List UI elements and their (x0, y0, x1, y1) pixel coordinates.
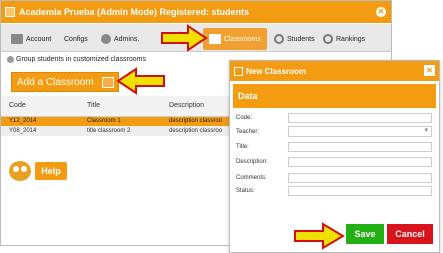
add-classroom-button[interactable]: Add a Classroom (11, 72, 119, 92)
tab-label: Configs (64, 35, 88, 43)
cancel-button[interactable]: Cancel (387, 224, 433, 244)
data-section-header: Data (233, 84, 436, 108)
close-icon[interactable]: ✕ (376, 7, 386, 17)
cell-description: description classroo (161, 126, 231, 136)
cell-title: Classroom 1 (79, 116, 161, 126)
column-header-title: Title (79, 96, 161, 117)
tab-classrooms[interactable]: Classrooms (203, 28, 267, 50)
status-field[interactable] (288, 186, 432, 196)
pointer-arrow-icon (294, 222, 345, 250)
code-label: Code: (236, 115, 253, 121)
column-header-code: Code (1, 96, 79, 117)
comments-label: Comments: (236, 175, 267, 181)
dialog-titlebar: New Classroom ✕ (230, 61, 439, 81)
teacher-select[interactable] (288, 126, 432, 137)
cell-title: title classroom 2 (79, 126, 161, 136)
group-description: Group students in customized classrooms (7, 56, 146, 63)
table-row[interactable]: Y12_2014 Classroom 1 description classro… (1, 116, 231, 126)
status-label: Status: (236, 188, 255, 194)
window-title: Academia Prueba (Admin Mode) Registered:… (19, 7, 250, 17)
cell-description: description classroo (161, 116, 231, 126)
classrooms-table: Code Title Description Y12_2014 Classroo… (1, 96, 231, 136)
help-button[interactable]: Help (35, 162, 67, 180)
add-classroom-label: Add a Classroom (17, 76, 94, 88)
folder-icon (11, 34, 23, 44)
user-icon (101, 34, 111, 44)
window-titlebar: Academia Prueba (Admin Mode) Registered:… (1, 1, 391, 23)
teacher-label: Teacher: (236, 129, 260, 135)
tab-account[interactable]: Account (11, 28, 51, 50)
table-row[interactable]: Y08_2014 title classroom 2 description c… (1, 126, 231, 136)
classroom-icon (102, 77, 114, 88)
dialog-icon (234, 66, 243, 76)
cell-code: Y12_2014 (1, 116, 79, 126)
tab-rankings[interactable]: Rankings (323, 28, 365, 50)
close-icon[interactable]: ✕ (424, 65, 435, 76)
column-header-description: Description (161, 96, 231, 117)
description-field[interactable] (288, 157, 432, 167)
pointer-arrow-icon (161, 24, 208, 52)
search-icon (323, 34, 333, 44)
title-label: Title: (236, 144, 249, 150)
tab-label: Account (26, 35, 52, 43)
tab-label: Admins. (114, 35, 140, 43)
group-icon (7, 56, 14, 63)
owl-mascot-icon (9, 161, 31, 181)
save-button[interactable]: Save (346, 224, 384, 244)
cell-code: Y08_2014 (1, 126, 79, 136)
group-label: Group students in customized classrooms (16, 56, 146, 63)
pointer-arrow-icon (116, 67, 165, 95)
title-field[interactable] (288, 142, 432, 152)
help-area: Help (9, 161, 67, 181)
tab-students[interactable]: Students (274, 28, 315, 50)
dialog-title: New Classroom (246, 66, 307, 76)
description-label: Description: (236, 159, 268, 165)
tab-admins[interactable]: Admins. (101, 28, 139, 50)
tab-label: Rankings (336, 35, 366, 43)
window-icon (5, 7, 15, 17)
classroom-icon (209, 34, 221, 44)
tab-label: Classrooms (224, 35, 261, 43)
code-field[interactable] (288, 113, 432, 123)
comments-field[interactable] (288, 173, 432, 183)
tab-configs[interactable]: Configs (64, 28, 88, 50)
search-icon (274, 34, 284, 44)
tab-label: Students (287, 35, 315, 43)
